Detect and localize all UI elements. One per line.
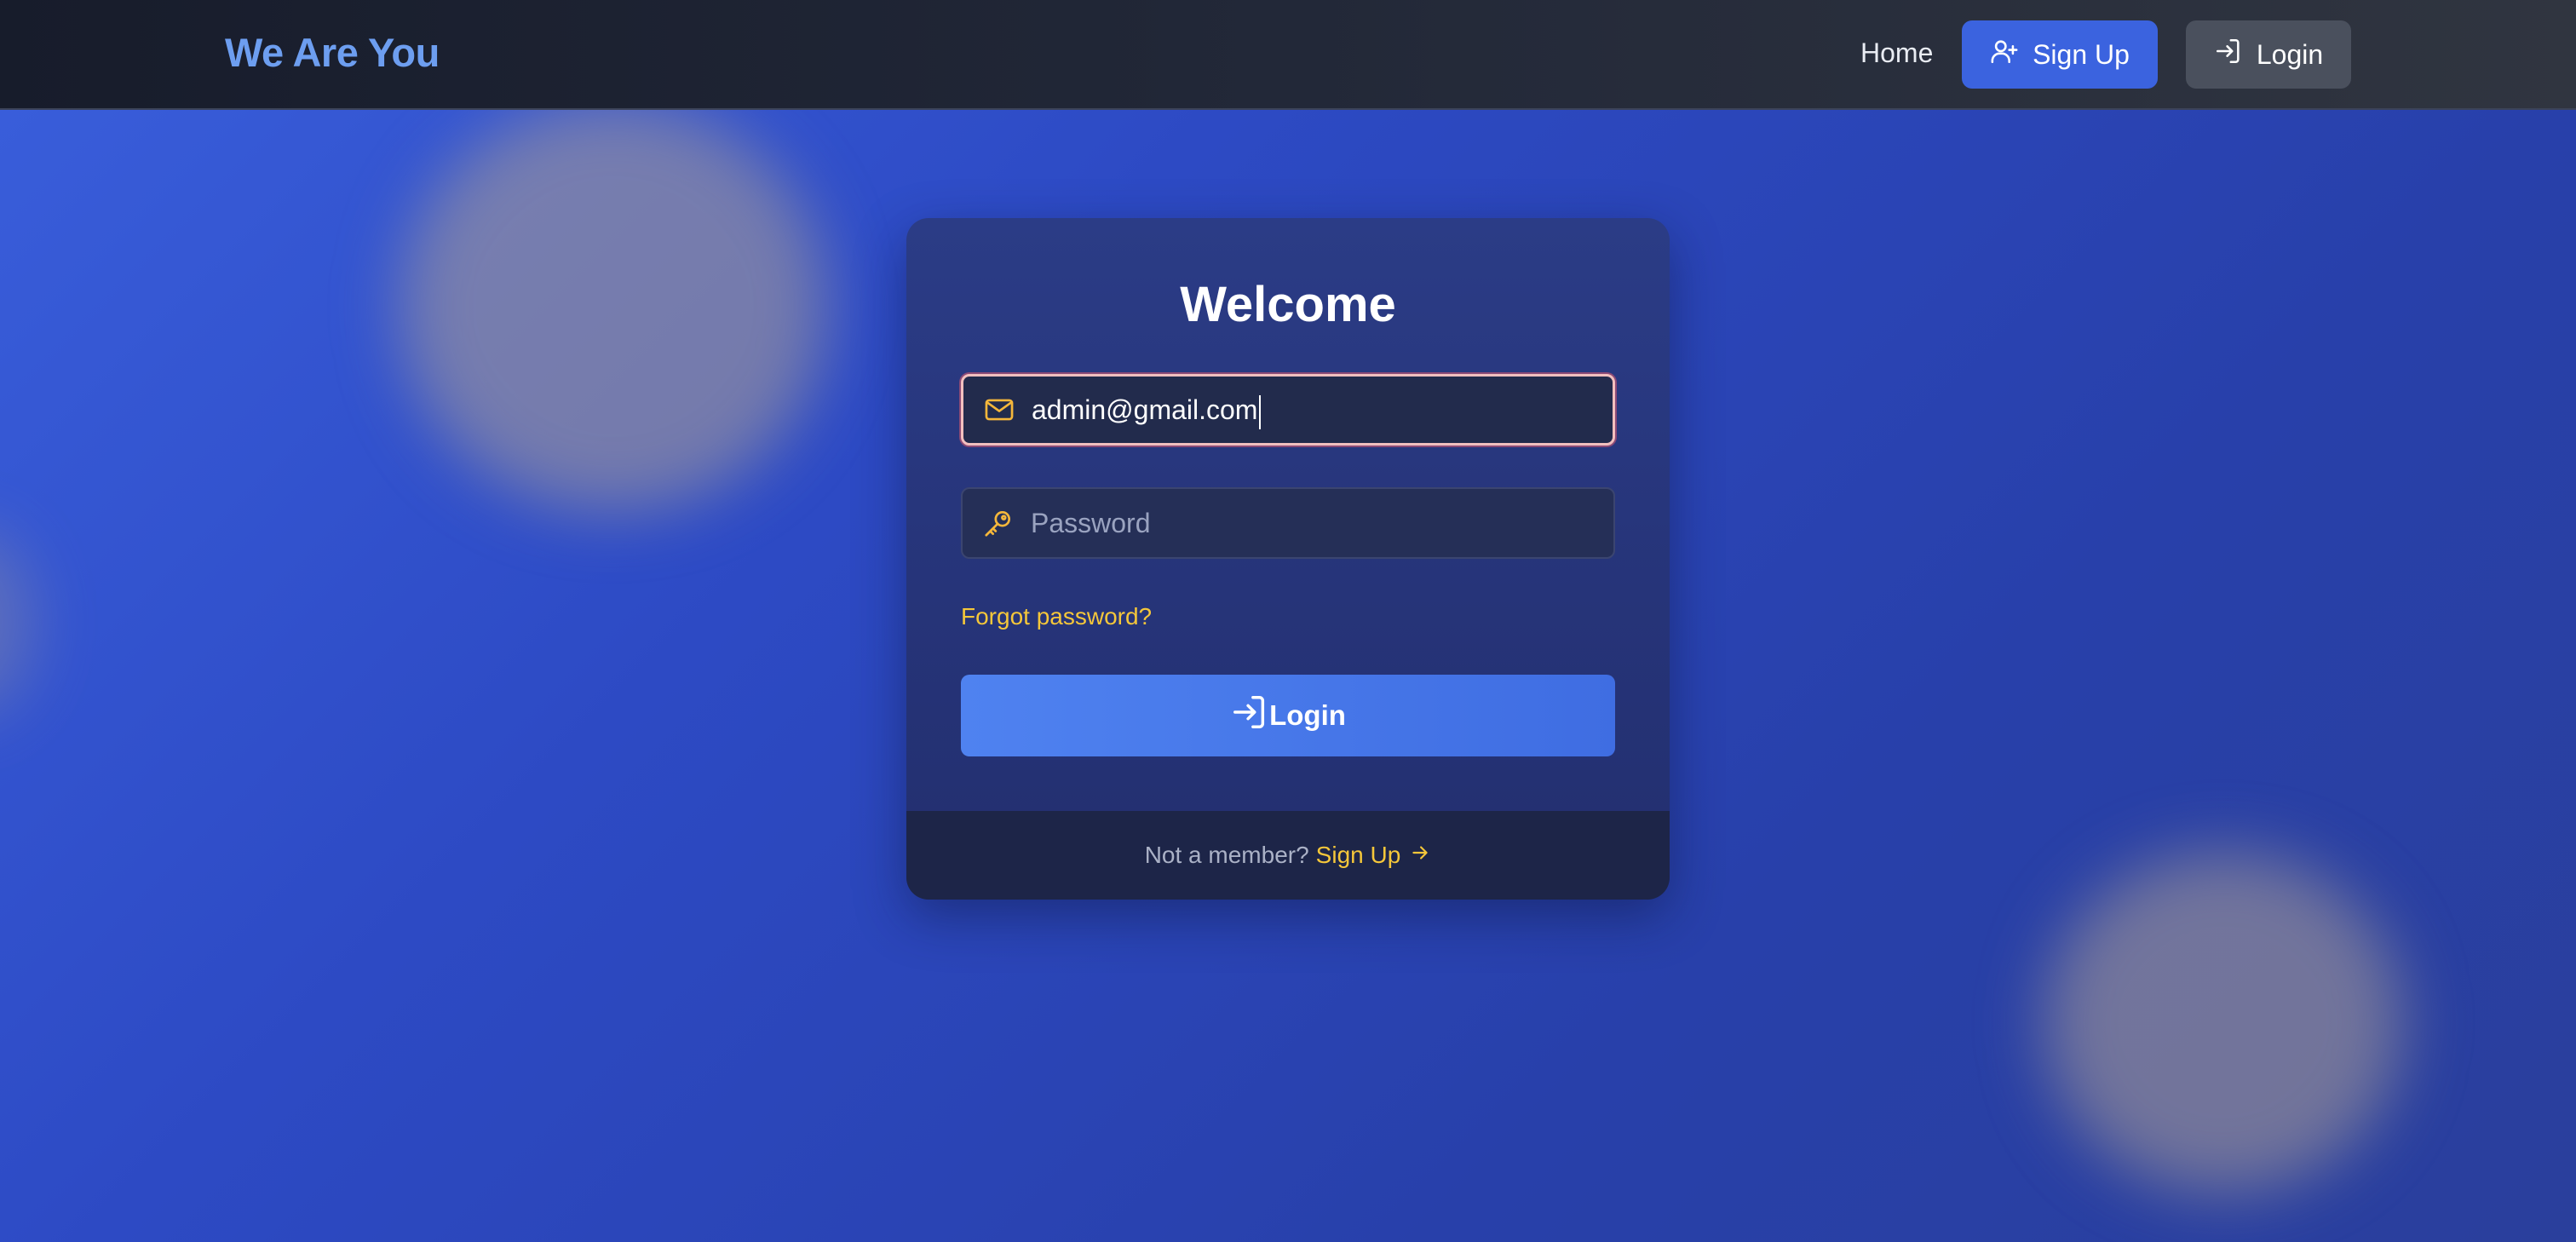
- password-field[interactable]: [961, 487, 1615, 559]
- footer-signup-label: Sign Up: [1315, 842, 1401, 868]
- page-title: Welcome: [1180, 277, 1396, 332]
- top-navbar: We Are You Home Sign Up Login: [0, 0, 2576, 110]
- login-icon: [2214, 37, 2243, 72]
- forgot-password-link[interactable]: Forgot password?: [961, 603, 1152, 630]
- nav-home-link[interactable]: Home: [1860, 37, 1933, 69]
- mail-icon: [982, 393, 1016, 427]
- user-plus-icon: [1990, 37, 2019, 72]
- background-blob: [0, 528, 34, 716]
- nav-signup-button[interactable]: Sign Up: [1962, 20, 2158, 89]
- key-icon: [981, 506, 1015, 540]
- text-caret: [1259, 395, 1262, 429]
- footer-text: Not a member?: [1144, 842, 1309, 868]
- nav-login-button[interactable]: Login: [2186, 20, 2351, 89]
- arrow-right-icon: [1409, 842, 1431, 870]
- email-field[interactable]: [961, 374, 1615, 446]
- brand-logo[interactable]: We Are You: [225, 29, 440, 76]
- nav-login-label: Login: [2256, 38, 2324, 70]
- background-blob: [2044, 852, 2402, 1193]
- background-blob: [400, 102, 826, 511]
- footer-signup-link[interactable]: Sign Up: [1316, 842, 1432, 870]
- login-icon: [1230, 693, 1269, 739]
- login-submit-label: Login: [1269, 699, 1346, 731]
- login-submit-button[interactable]: Login: [961, 675, 1615, 756]
- email-input[interactable]: [1032, 384, 1596, 435]
- nav-signup-label: Sign Up: [2033, 38, 2130, 70]
- login-card: Welcome Forgot password?: [906, 218, 1670, 900]
- card-footer: Not a member? Sign Up: [906, 811, 1670, 900]
- password-input[interactable]: [1031, 497, 1596, 549]
